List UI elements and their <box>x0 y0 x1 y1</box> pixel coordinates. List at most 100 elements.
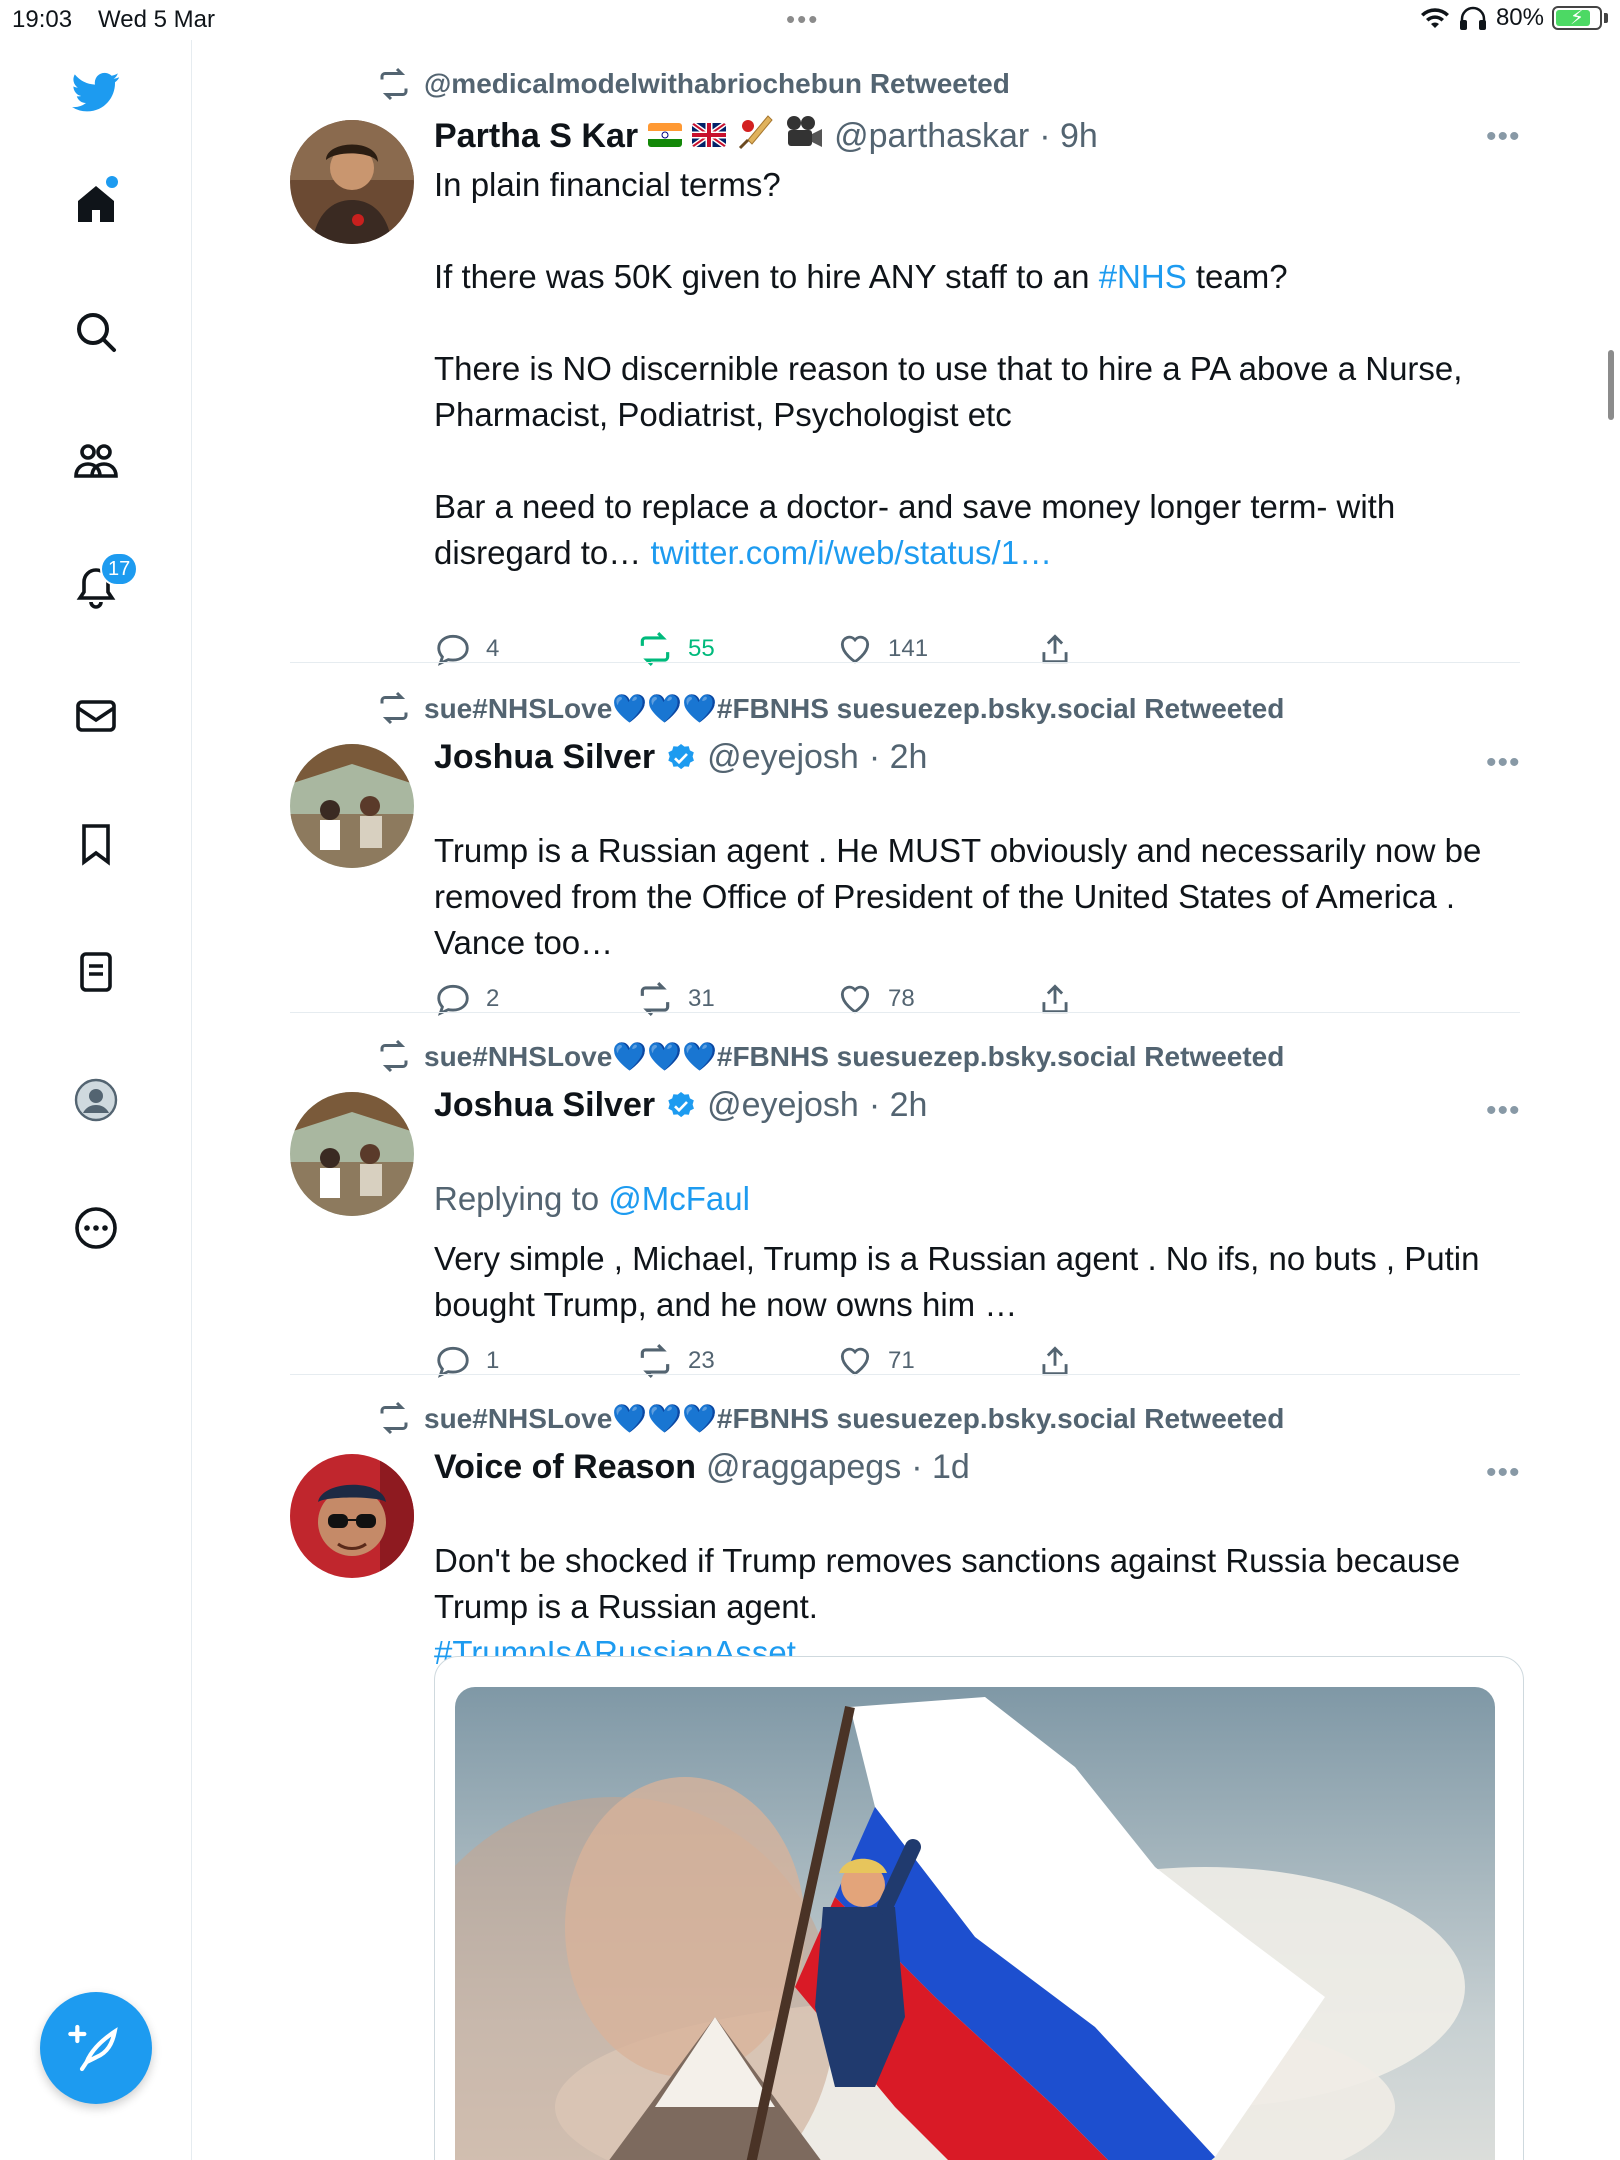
battery-percent: 80% <box>1495 4 1544 31</box>
status-time: 19:03 <box>12 6 73 33</box>
tweet-text: In plain financial terms? If there was 5… <box>434 162 1524 576</box>
tweet-header: Joshua Silver @eyejosh · 2h <box>434 1086 927 1125</box>
avatar[interactable] <box>290 1092 414 1216</box>
notifications-badge: 17 <box>100 552 139 586</box>
more-options-icon[interactable]: ••• <box>1486 1456 1521 1490</box>
status-bar: 19:03 Wed 5 Mar ••• 80% ⚡ <box>0 0 1620 40</box>
sidebar: 17 <box>0 40 192 2160</box>
author-handle[interactable]: @eyejosh <box>707 738 859 777</box>
tweet-time[interactable]: · 1d <box>911 1448 970 1487</box>
tweet-image[interactable] <box>455 1687 1495 2160</box>
retweet-count: 55 <box>688 635 715 662</box>
multitasking-dots-icon[interactable]: ••• <box>786 4 819 35</box>
notifications-icon[interactable]: 17 <box>60 552 139 624</box>
search-icon[interactable] <box>60 296 132 368</box>
tweet-divider <box>290 662 1520 663</box>
replying-to-handle[interactable]: @McFaul <box>608 1180 750 1217</box>
more-icon[interactable] <box>60 1192 132 1264</box>
tweet-text: Trump is a Russian agent . He MUST obvio… <box>434 832 1482 961</box>
verified-badge-icon <box>668 1091 695 1117</box>
status-date: Wed 5 Mar <box>98 6 215 33</box>
movie-camera-icon <box>784 114 824 159</box>
wifi-icon <box>1420 8 1449 28</box>
like-count: 141 <box>888 635 929 662</box>
like-count: 78 <box>888 985 915 1012</box>
retweet-context: sue#NHSLove💙💙💙#FBNHS suesuezep.bsky.soci… <box>376 690 1284 726</box>
reply-count: 4 <box>486 635 500 662</box>
avatar[interactable] <box>290 744 414 868</box>
retweet-icon <box>380 1401 408 1435</box>
more-options-icon[interactable]: ••• <box>1486 120 1521 154</box>
reply-count: 1 <box>486 1347 500 1374</box>
flag-india-icon <box>648 117 683 156</box>
tweet-text-line <box>434 208 1524 254</box>
retweet-context: @medicalmodelwithabriochebun Retweeted <box>376 66 1010 102</box>
more-options-icon[interactable]: ••• <box>1486 746 1521 780</box>
avatar[interactable] <box>290 120 414 244</box>
tweet-time[interactable]: · 2h <box>869 1086 928 1125</box>
retweet-count: 23 <box>688 1347 715 1374</box>
more-options-icon[interactable]: ••• <box>1486 1094 1521 1128</box>
author-handle[interactable]: @raggapegs <box>706 1448 901 1487</box>
status-right: 80% ⚡ <box>1420 4 1608 32</box>
retweet-context: sue#NHSLove💙💙💙#FBNHS suesuezep.bsky.soci… <box>376 1038 1284 1074</box>
tweet-text-line: There is NO discernible reason to use th… <box>434 350 1463 433</box>
home-unread-dot <box>106 176 118 188</box>
tweet-text-line: Don't be shocked if Trump removes sancti… <box>434 1542 1461 1625</box>
replying-to: Replying to @McFaul <box>434 1176 1524 1222</box>
author-handle[interactable]: @eyejosh <box>707 1086 859 1125</box>
author-name[interactable]: Partha S Kar <box>434 117 638 156</box>
retweet-context-label: sue#NHSLove💙💙💙#FBNHS suesuezep.bsky.soci… <box>424 1402 1285 1434</box>
retweet-context-label: sue#NHSLove💙💙💙#FBNHS suesuezep.bsky.soci… <box>424 1040 1285 1072</box>
tweet-divider <box>290 1374 1520 1375</box>
lists-icon[interactable] <box>60 936 132 1008</box>
author-name[interactable]: Joshua Silver <box>434 738 655 777</box>
tweet-time[interactable]: · 9h <box>1039 117 1098 156</box>
compose-icon <box>68 2024 118 2072</box>
flag-uk-icon <box>692 117 727 156</box>
tweet-divider <box>290 1012 1520 1013</box>
retweet-count: 31 <box>688 985 715 1012</box>
tweet-text: Very simple , Michael, Trump is a Russia… <box>434 1240 1480 1323</box>
tweet-url-link[interactable]: twitter.com/i/web/status/1… <box>650 534 1052 571</box>
retweet-context: sue#NHSLove💙💙💙#FBNHS suesuezep.bsky.soci… <box>376 1400 1284 1436</box>
tweet-text-line: If there was 50K given to hire ANY staff… <box>434 258 1099 295</box>
tweet-text-line: Bar a need to replace a doctor- and save… <box>434 484 1524 576</box>
tweet-time[interactable]: · 2h <box>869 738 928 777</box>
hashtag-link[interactable]: #NHS <box>1099 258 1187 295</box>
retweet-context-label: sue#NHSLove💙💙💙#FBNHS suesuezep.bsky.soci… <box>424 692 1285 724</box>
like-count: 71 <box>888 1347 915 1374</box>
reply-count: 2 <box>486 985 500 1012</box>
tweet-header: Joshua Silver @eyejosh · 2h <box>434 738 927 777</box>
compose-button[interactable] <box>40 1992 152 2104</box>
retweet-context-label: @medicalmodelwithabriochebun Retweeted <box>424 68 1010 99</box>
tweet-header: Partha S Kar @parthaskar · 9h <box>434 114 1098 159</box>
tweet-media[interactable] <box>434 1656 1524 2160</box>
tweet-text-line <box>434 300 1524 346</box>
author-name[interactable]: Joshua Silver <box>434 1086 655 1125</box>
battery-tip <box>1604 13 1608 23</box>
scrollbar[interactable] <box>1608 350 1614 420</box>
retweet-icon <box>380 1039 408 1073</box>
verified-badge-icon <box>668 743 695 769</box>
tweet-text-line: In plain financial terms? <box>434 166 781 203</box>
retweet-icon <box>380 67 408 101</box>
twitter-logo-icon[interactable] <box>60 56 132 128</box>
messages-icon[interactable] <box>60 680 132 752</box>
russian-flag-artwork <box>455 1687 1495 2160</box>
battery-icon: ⚡ <box>1552 6 1602 30</box>
author-name[interactable]: Voice of Reason <box>434 1448 696 1487</box>
bookmarks-icon[interactable] <box>60 808 132 880</box>
profile-icon[interactable] <box>60 1064 132 1136</box>
home-icon[interactable] <box>60 168 132 240</box>
tweet-text-line <box>434 438 1524 484</box>
headphones-icon <box>1459 6 1486 30</box>
author-handle[interactable]: @parthaskar <box>834 117 1029 156</box>
cricket-icon <box>736 114 774 159</box>
communities-icon[interactable] <box>60 424 132 496</box>
tweet-text-line: If there was 50K given to hire ANY staff… <box>434 254 1524 300</box>
tweet-text-line: team? <box>1195 258 1288 295</box>
tweet-header: Voice of Reason @raggapegs · 1d <box>434 1448 970 1487</box>
replying-to-label: Replying to <box>434 1180 600 1217</box>
avatar[interactable] <box>290 1454 414 1578</box>
